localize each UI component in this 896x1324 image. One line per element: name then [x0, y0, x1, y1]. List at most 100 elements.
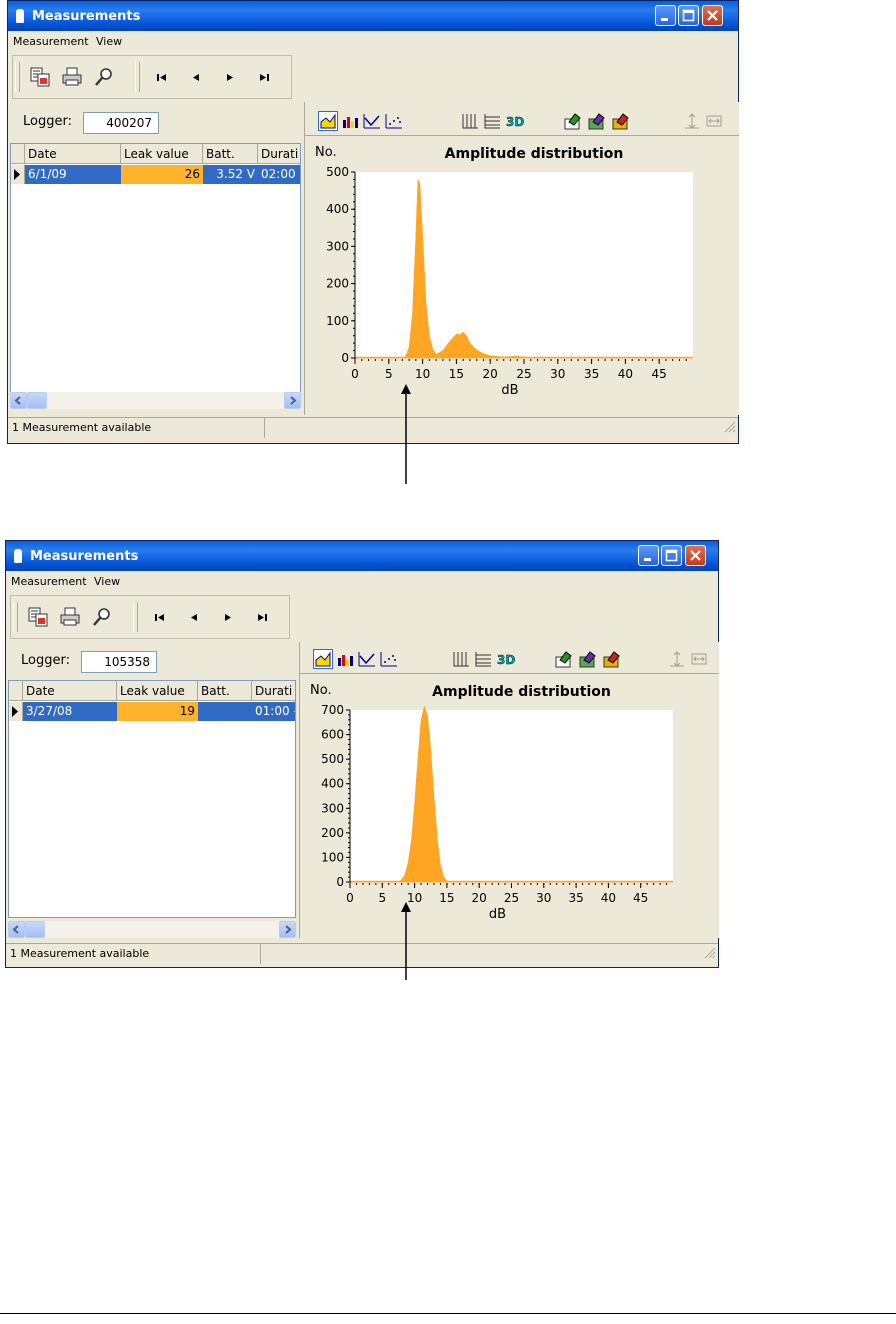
x-tick-label: 35 [568, 891, 583, 905]
y-tick-label: 700 [321, 703, 344, 717]
cell-leak-value[interactable]: 19 [117, 702, 198, 721]
scroll-left-icon[interactable] [8, 921, 25, 938]
toolbar [10, 595, 290, 639]
first-record-icon[interactable] [149, 606, 171, 628]
preview-icon[interactable] [93, 66, 115, 88]
x-tick-label: 40 [601, 891, 616, 905]
status-text: 1 Measurement available [10, 947, 150, 960]
previous-record-icon[interactable] [183, 606, 205, 628]
column-header-batt[interactable]: Batt. [203, 144, 258, 164]
copy-to-clipboard-icon[interactable] [29, 66, 51, 88]
line-chart-icon[interactable] [358, 650, 376, 668]
x-tick-label: 0 [346, 891, 354, 905]
column-header-date[interactable]: Date [25, 144, 121, 164]
column-header-duration[interactable]: Durati [258, 144, 300, 164]
status-bar: 1 Measurement available [6, 943, 718, 964]
grid-corner [11, 144, 25, 164]
next-record-icon[interactable] [217, 606, 239, 628]
bar-chart-icon[interactable] [341, 112, 359, 130]
scatter-chart-icon[interactable] [380, 650, 398, 668]
next-record-icon[interactable] [219, 66, 241, 88]
3d-icon[interactable]: 3D [496, 650, 516, 668]
copy-to-clipboard-icon[interactable] [27, 606, 49, 628]
close-button[interactable] [685, 545, 706, 566]
vertical-grid-icon[interactable] [461, 112, 479, 130]
y-axis-label: No. [310, 683, 332, 698]
area-chart-icon[interactable] [318, 111, 338, 131]
menu-measurement[interactable]: Measurement [11, 575, 87, 588]
toolbar-grip[interactable] [15, 62, 20, 92]
color-2-icon[interactable] [578, 650, 596, 668]
column-header-leak-value[interactable]: Leak value [121, 144, 203, 164]
color-3-icon[interactable] [611, 112, 629, 130]
logger-label: Logger: [21, 653, 70, 668]
horizontal-scrollbar[interactable] [10, 392, 301, 409]
maximize-button[interactable] [661, 545, 682, 566]
logger-field[interactable]: 400207 [83, 112, 159, 134]
color-1-icon[interactable] [563, 112, 581, 130]
horizontal-grid-icon[interactable] [474, 650, 492, 668]
horizontal-grid-icon[interactable] [483, 112, 501, 130]
horizontal-zoom-icon[interactable] [705, 112, 723, 130]
measurements-window-2: Measurements Measurement View Logger: 10… [5, 540, 719, 968]
scroll-thumb[interactable] [27, 392, 47, 409]
minimize-button[interactable] [638, 545, 659, 566]
scroll-right-icon[interactable] [279, 921, 296, 938]
y-tick-label: 300 [321, 801, 344, 815]
menu-view[interactable]: View [94, 575, 120, 588]
horizontal-zoom-icon[interactable] [690, 650, 708, 668]
cell-batt[interactable] [198, 702, 252, 721]
first-record-icon[interactable] [151, 66, 173, 88]
vertical-zoom-icon[interactable] [668, 650, 686, 668]
status-divider [260, 944, 261, 964]
resize-grip-icon[interactable] [724, 421, 736, 436]
cell-duration[interactable]: 01:00 - [252, 702, 295, 721]
svg-text:3D: 3D [497, 653, 515, 667]
last-record-icon[interactable] [253, 66, 275, 88]
print-icon[interactable] [59, 606, 81, 628]
color-1-icon[interactable] [554, 650, 572, 668]
x-tick-label: 0 [351, 367, 359, 381]
area-chart-icon[interactable] [313, 649, 333, 669]
menu-view[interactable]: View [96, 35, 122, 48]
page-divider [0, 1313, 896, 1314]
bar-chart-icon[interactable] [336, 650, 354, 668]
menu-bar: Measurement View [6, 571, 718, 591]
line-chart-icon[interactable] [363, 112, 381, 130]
column-header-leak-value[interactable]: Leak value [117, 681, 198, 701]
title-bar[interactable]: Measurements [8, 1, 738, 31]
toolbar-grip[interactable] [13, 602, 18, 632]
minimize-button[interactable] [655, 5, 676, 26]
previous-record-icon[interactable] [185, 66, 207, 88]
close-button[interactable] [702, 5, 723, 26]
scroll-left-icon[interactable] [10, 392, 27, 409]
cell-batt[interactable]: 3.52 V [203, 165, 258, 184]
x-tick-label: 30 [536, 891, 551, 905]
column-header-date[interactable]: Date [23, 681, 117, 701]
vertical-zoom-icon[interactable] [683, 112, 701, 130]
print-icon[interactable] [61, 66, 83, 88]
last-record-icon[interactable] [251, 606, 273, 628]
cell-date[interactable]: 3/27/08 [23, 702, 117, 721]
cell-duration[interactable]: 02:00 - [258, 165, 300, 184]
resize-grip-icon[interactable] [704, 947, 716, 962]
horizontal-scrollbar[interactable] [8, 921, 296, 938]
scroll-right-icon[interactable] [284, 392, 301, 409]
3d-icon[interactable]: 3D [505, 112, 525, 130]
column-header-batt[interactable]: Batt. [198, 681, 252, 701]
menu-measurement[interactable]: Measurement [13, 35, 89, 48]
scatter-chart-icon[interactable] [385, 112, 403, 130]
title-bar[interactable]: Measurements [6, 541, 718, 571]
cell-date[interactable]: 6/1/09 [25, 165, 121, 184]
toolbar-separator [135, 62, 140, 92]
preview-icon[interactable] [91, 606, 113, 628]
scroll-thumb[interactable] [25, 921, 45, 938]
color-3-icon[interactable] [602, 650, 620, 668]
cell-leak-value[interactable]: 26 [121, 165, 203, 184]
x-tick-label: 30 [550, 367, 565, 381]
maximize-button[interactable] [678, 5, 699, 26]
column-header-duration[interactable]: Durati [252, 681, 295, 701]
logger-field[interactable]: 105358 [81, 651, 157, 673]
vertical-grid-icon[interactable] [452, 650, 470, 668]
color-2-icon[interactable] [587, 112, 605, 130]
